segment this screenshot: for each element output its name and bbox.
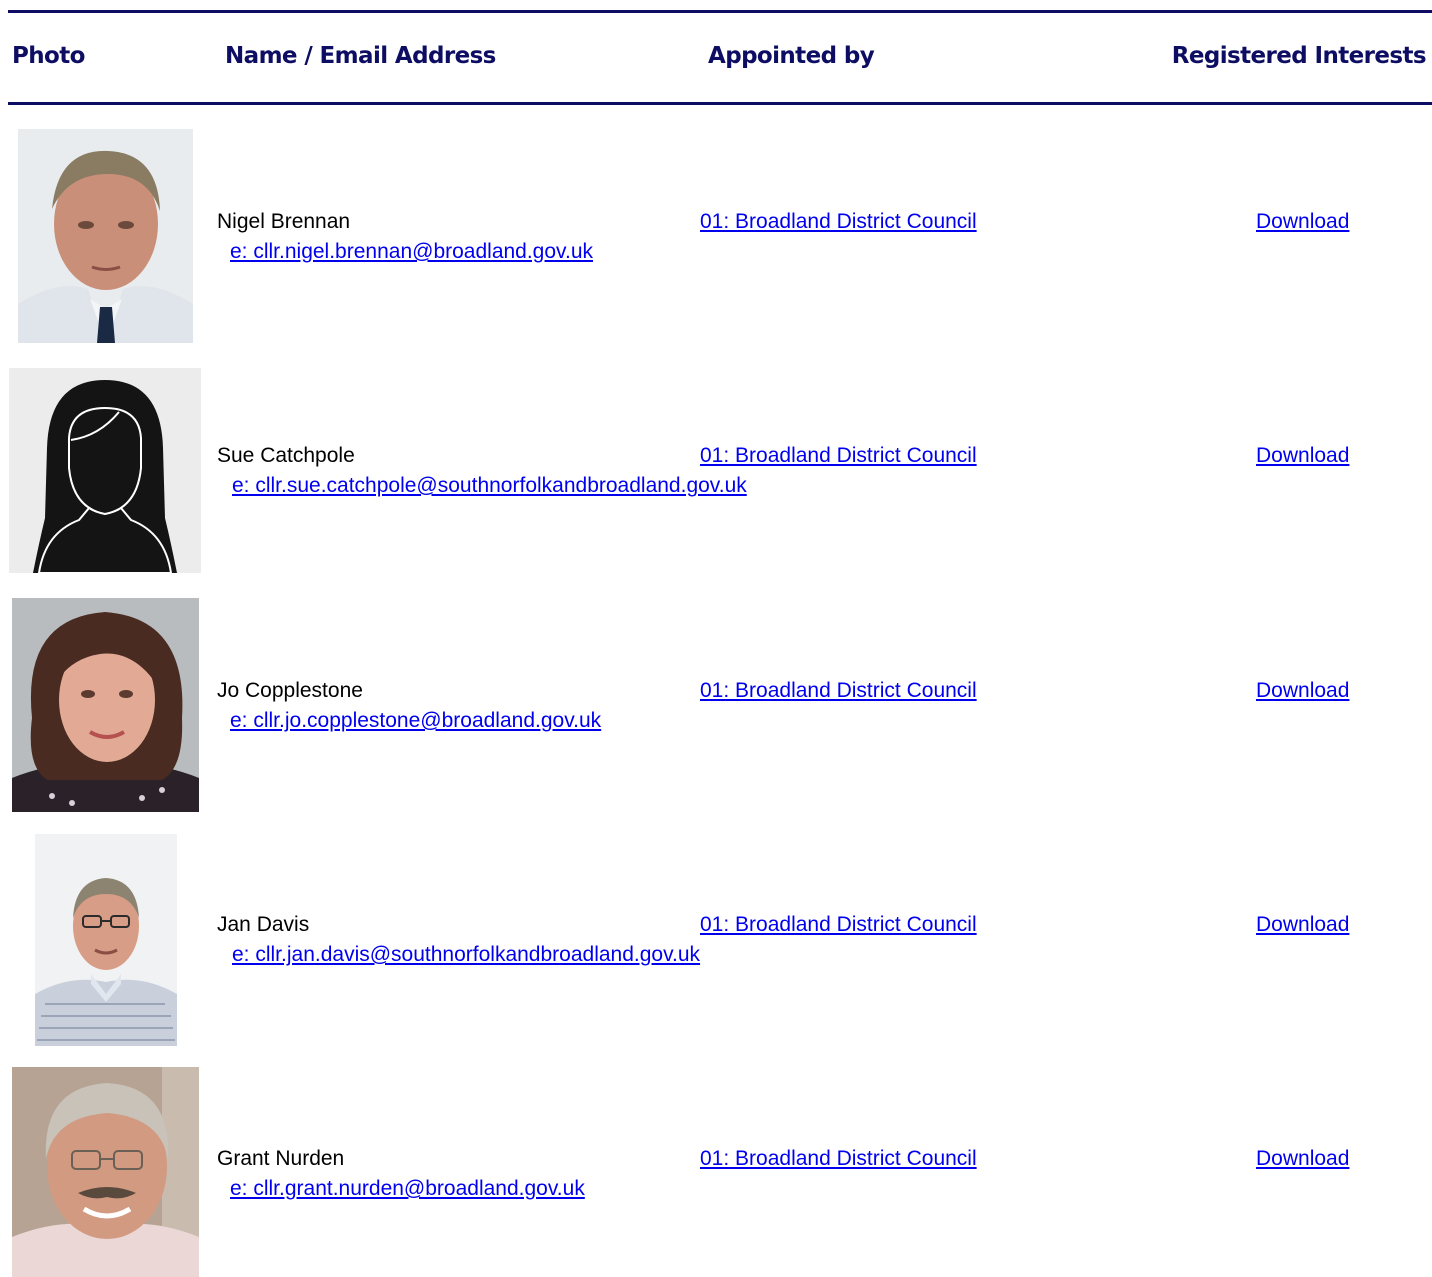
appointed-by-link[interactable]: 01: Broadland District Council (700, 679, 977, 703)
member-email-link[interactable]: e: cllr.jo.copplestone@broadland.gov.uk (230, 709, 601, 733)
member-name: Grant Nurden (217, 1147, 345, 1170)
member-email-link[interactable]: e: cllr.sue.catchpole@southnorfolkandbro… (232, 474, 747, 498)
registered-interests-download-link[interactable]: Download (1256, 913, 1349, 937)
member-photo (12, 598, 199, 812)
column-header-appointed: Appointed by (708, 43, 875, 69)
member-photo (12, 1067, 199, 1277)
column-header-interests: Registered Interests (1171, 43, 1427, 69)
column-header-photo: Photo (12, 43, 85, 69)
registered-interests-download-link[interactable]: Download (1256, 210, 1349, 234)
member-name: Jo Copplestone (217, 679, 363, 702)
member-name: Sue Catchpole (217, 444, 355, 467)
member-email-link[interactable]: e: cllr.jan.davis@southnorfolkandbroadla… (232, 943, 700, 967)
appointed-by-link[interactable]: 01: Broadland District Council (700, 913, 977, 937)
member-photo (18, 129, 193, 343)
registered-interests-download-link[interactable]: Download (1256, 679, 1349, 703)
member-email-link[interactable]: e: cllr.nigel.brennan@broadland.gov.uk (230, 240, 593, 264)
appointed-by-link[interactable]: 01: Broadland District Council (700, 1147, 977, 1171)
member-name: Jan Davis (217, 913, 310, 936)
table-header: Photo Name / Email Address Appointed by … (8, 13, 1432, 102)
column-header-name: Name / Email Address (225, 43, 496, 69)
appointed-by-link[interactable]: 01: Broadland District Council (700, 444, 977, 468)
member-photo (35, 834, 177, 1046)
appointed-by-link[interactable]: 01: Broadland District Council (700, 210, 977, 234)
header-rule (8, 102, 1432, 105)
member-photo (9, 368, 201, 573)
registered-interests-download-link[interactable]: Download (1256, 1147, 1349, 1171)
member-email-link[interactable]: e: cllr.grant.nurden@broadland.gov.uk (230, 1177, 585, 1201)
registered-interests-download-link[interactable]: Download (1256, 444, 1349, 468)
member-name: Nigel Brennan (217, 210, 351, 233)
members-table: Photo Name / Email Address Appointed by … (8, 10, 1432, 105)
